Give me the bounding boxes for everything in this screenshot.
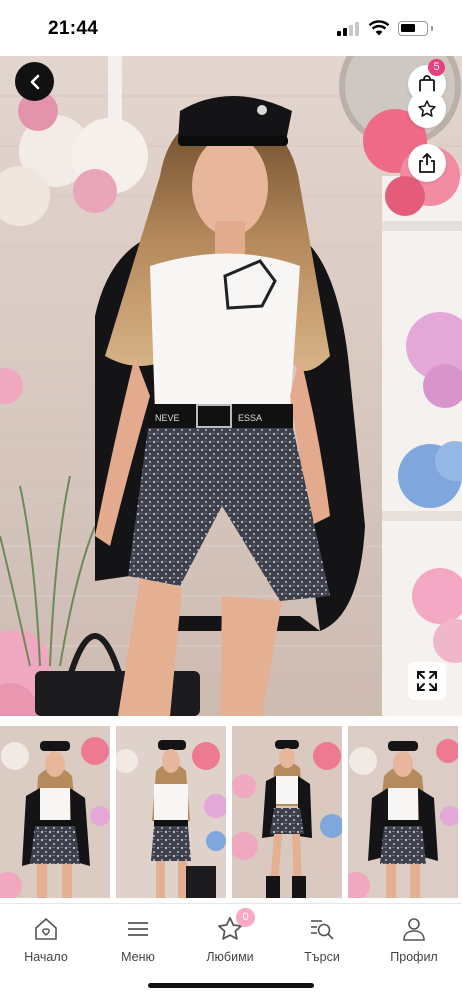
home-indicator <box>148 983 314 988</box>
profile-icon <box>403 918 425 941</box>
tab-menu[interactable]: Меню <box>92 914 184 974</box>
tab-search[interactable]: Търси <box>276 914 368 974</box>
tab-label: Любими <box>206 950 254 964</box>
belt-print-right: ESSA <box>238 413 262 423</box>
home-icon <box>35 918 57 940</box>
tab-favorites[interactable]: 0 Любими <box>184 908 276 974</box>
thumbnail-4[interactable] <box>348 726 458 898</box>
thumbnail-strip <box>0 726 462 898</box>
thumbnail-photo <box>348 726 458 898</box>
thumbnail-photo <box>0 726 110 898</box>
tab-profile[interactable]: Профил <box>368 914 460 974</box>
battery-icon <box>398 21 428 36</box>
product-photo: NEVE ESSA <box>0 56 462 716</box>
share-button[interactable] <box>408 144 446 182</box>
tab-label: Профил <box>390 950 438 964</box>
product-main-image[interactable]: NEVE ESSA <box>0 56 462 716</box>
wifi-icon <box>368 20 390 36</box>
share-icon <box>419 153 435 173</box>
tab-home[interactable]: Начало <box>0 914 92 974</box>
back-button[interactable] <box>15 62 54 101</box>
tab-label: Търси <box>304 950 340 964</box>
chevron-left-icon <box>30 74 39 89</box>
status-time: 21:44 <box>48 18 99 39</box>
fullscreen-button[interactable] <box>408 662 446 700</box>
favorite-button[interactable] <box>408 90 446 128</box>
tab-label: Начало <box>24 950 68 964</box>
expand-icon <box>417 671 437 691</box>
menu-icon <box>128 922 148 936</box>
signal-icon <box>337 22 361 36</box>
star-outline-icon <box>418 100 436 117</box>
thumbnail-photo <box>116 726 226 898</box>
thumbnail-3[interactable] <box>232 726 342 898</box>
thumbnail-2[interactable] <box>116 726 226 898</box>
favorites-count-badge: 0 <box>236 908 255 927</box>
belt-print-left: NEVE <box>155 413 180 423</box>
thumbnail-1[interactable] <box>0 726 110 898</box>
status-bar: 21:44 <box>0 0 462 56</box>
search-icon <box>311 920 334 940</box>
cart-count-badge: 5 <box>428 59 445 76</box>
tab-label: Меню <box>121 950 155 964</box>
thumbnail-photo <box>232 726 342 898</box>
